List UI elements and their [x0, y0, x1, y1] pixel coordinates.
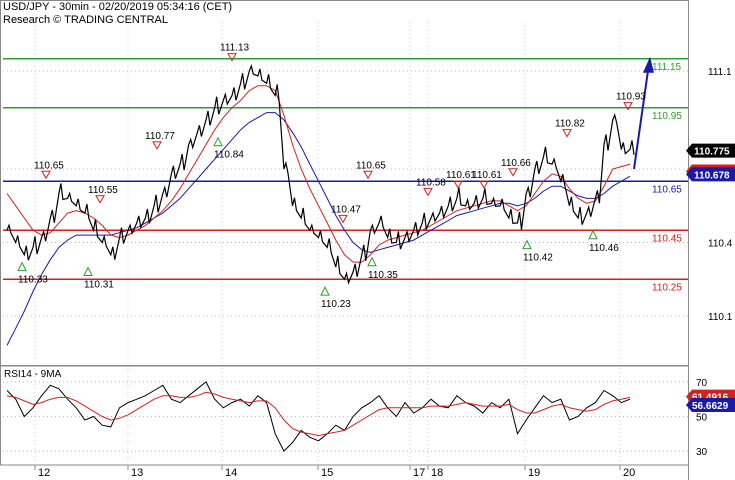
price-panel-frame	[0, 0, 689, 366]
rsi-tag-label: 56.6629	[692, 401, 729, 412]
x-tick-label: 18	[431, 467, 443, 479]
x-tick-label: 12	[38, 467, 50, 479]
swing-low-label: 110.84	[214, 150, 244, 161]
swing-high-marker	[152, 141, 162, 150]
swing-high-marker	[338, 214, 348, 224]
swing-low-marker	[83, 266, 93, 277]
chart-title: USD/JPY - 30min - 02/20/2019 05:34:16 (C…	[3, 1, 233, 13]
swing-low-label: 110.42	[523, 253, 553, 264]
forecast-arrow-shaft	[633, 70, 649, 170]
swing-low-marker	[588, 229, 598, 240]
x-tick-label: 15	[321, 467, 333, 479]
x-tick-label: 13	[131, 467, 143, 479]
rsi-tick-label: 70	[696, 378, 708, 389]
swing-high-marker	[363, 170, 373, 180]
swing-low-marker	[522, 239, 532, 250]
price-series	[6, 64, 635, 285]
swing-high-marker	[41, 170, 51, 180]
swing-high-marker	[508, 168, 518, 177]
swing-high-marker	[623, 102, 633, 111]
swing-high-marker	[453, 180, 463, 190]
swing-low-marker	[320, 286, 330, 296]
swing-high-label: 110.93	[616, 92, 646, 103]
price-tag-label: 110.775	[694, 147, 730, 158]
swing-low-label: 110.23	[321, 299, 351, 310]
swing-high-marker	[562, 129, 572, 138]
swing-high-marker	[227, 53, 237, 62]
rsi-ma-series	[6, 391, 631, 437]
rsi-panel-frame	[0, 365, 689, 466]
price-tag-label: 110.678	[694, 170, 730, 181]
swing-high-marker	[479, 180, 489, 190]
swing-low-marker	[367, 256, 377, 267]
rsi-tick-label: 50	[696, 413, 708, 424]
x-tick-label: 19	[528, 467, 540, 479]
swing-high-marker	[95, 195, 105, 204]
chart-copyright: Research © TRADING CENTRAL	[3, 14, 168, 26]
rsi-tick-label: 30	[696, 447, 708, 458]
x-tick-label: 20	[623, 467, 635, 479]
swing-low-marker	[17, 261, 27, 272]
swing-high-label: 111.13	[220, 43, 250, 54]
price-tick-label: 110.1	[708, 312, 733, 323]
swing-low-label: 110.33	[18, 275, 48, 286]
swing-low-marker	[213, 136, 223, 147]
price-tick-label: 111.1	[708, 67, 732, 78]
usdjpy-chart: 110.1110.4110.7111.11213141517181920111.…	[0, 0, 735, 480]
level-label: 110.95	[652, 111, 682, 122]
rsi-title: RSI14 - 9MA	[4, 369, 62, 380]
level-label: 110.45	[652, 233, 682, 244]
level-label: 111.15	[652, 62, 682, 73]
swing-high-label: 110.66	[501, 158, 531, 169]
swing-high-label: 110.58	[416, 177, 446, 188]
price-tick-label: 110.4	[708, 239, 733, 250]
swing-low-label: 110.46	[589, 243, 619, 254]
swing-low-label: 110.35	[368, 270, 398, 281]
level-label: 110.65	[652, 184, 682, 195]
swing-high-label: 110.77	[145, 131, 175, 142]
swing-high-label: 110.65	[34, 160, 64, 171]
x-tick-label: 14	[225, 467, 237, 479]
swing-high-label: 110.55	[88, 185, 118, 196]
swing-high-label: 110.65	[356, 160, 386, 171]
level-label: 110.25	[652, 282, 682, 293]
swing-high-label: 110.47	[331, 204, 361, 215]
swing-low-label: 110.31	[84, 280, 114, 291]
swing-high-label: 110.61	[472, 170, 502, 181]
swing-high-label: 110.82	[555, 119, 585, 130]
x-tick-label: 17	[413, 467, 425, 479]
